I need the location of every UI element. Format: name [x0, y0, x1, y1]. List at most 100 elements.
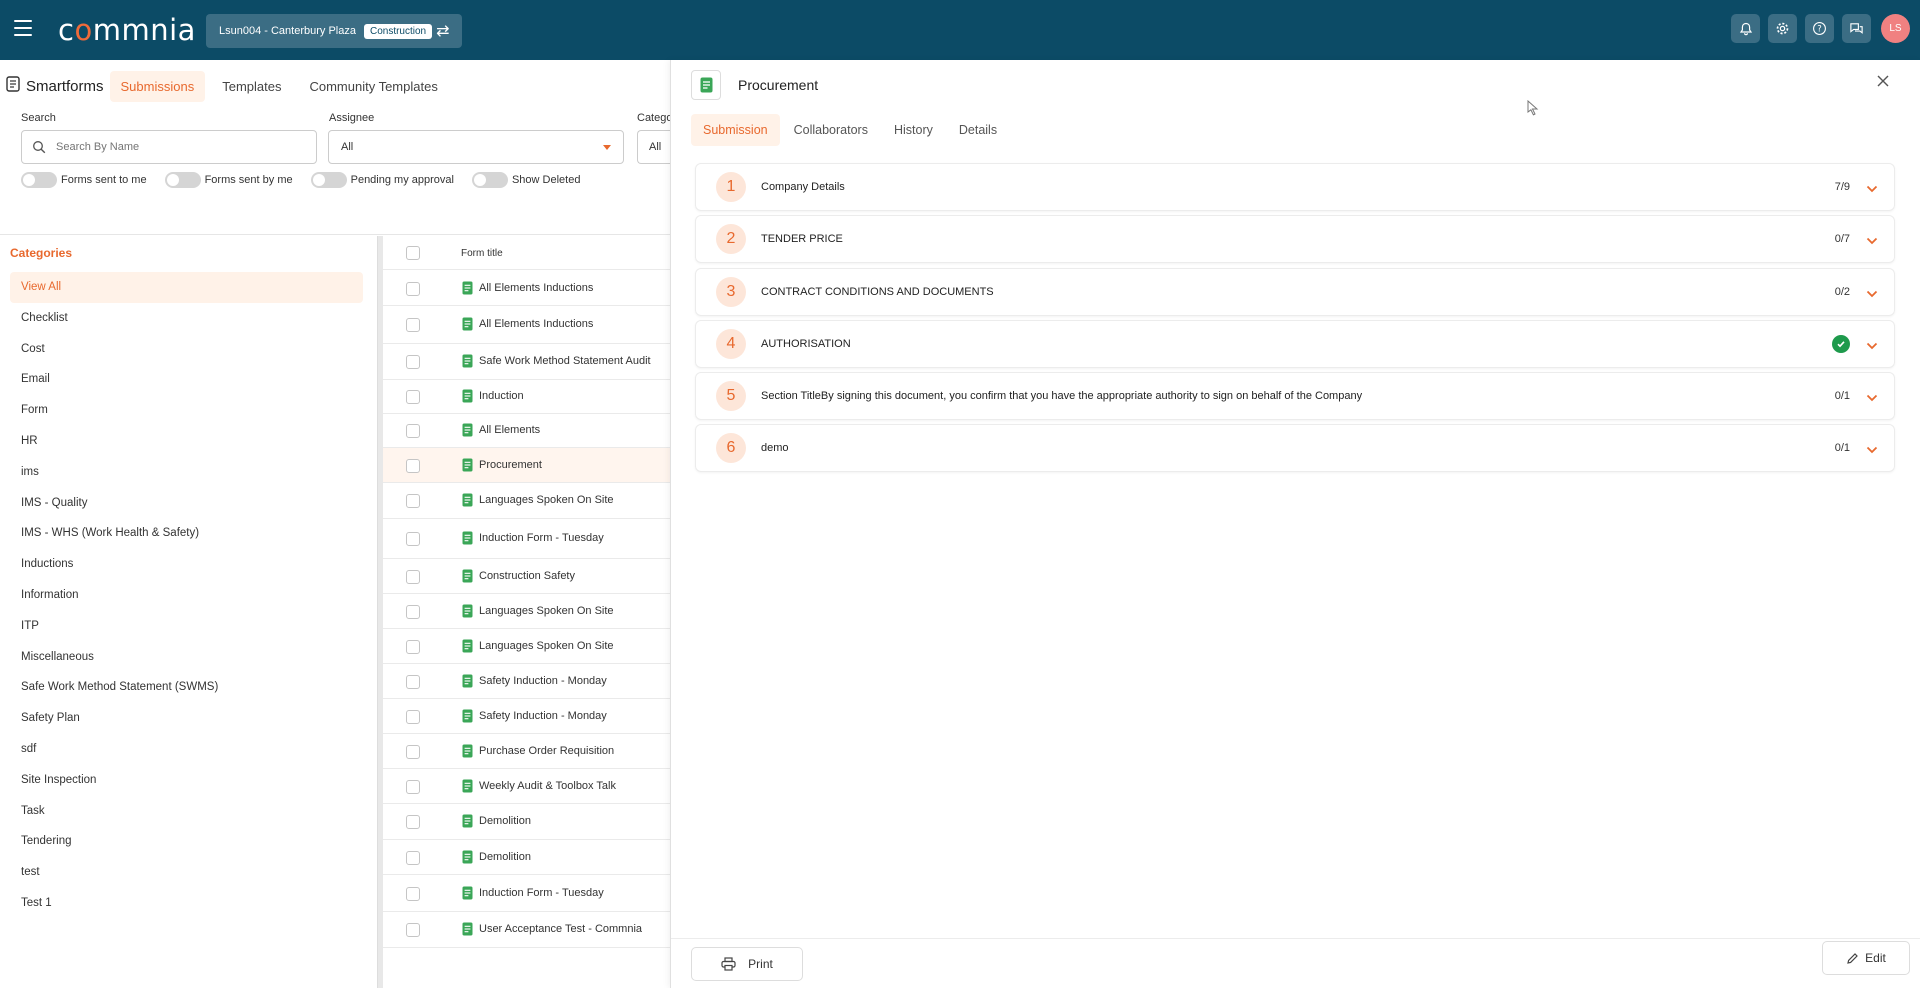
table-row[interactable]: Demolition: [383, 840, 670, 875]
category-item[interactable]: HR: [10, 426, 363, 457]
category-item[interactable]: IMS - Quality: [10, 488, 363, 519]
select-all-checkbox[interactable]: [406, 246, 420, 260]
table-row[interactable]: Procurement: [383, 448, 670, 483]
table-row[interactable]: Purchase Order Requisition: [383, 734, 670, 769]
table-row[interactable]: All Elements Inductions: [383, 271, 670, 306]
category-item[interactable]: ims: [10, 457, 363, 488]
row-checkbox[interactable]: [406, 923, 420, 937]
category-item[interactable]: Site Inspection: [10, 765, 363, 796]
form-section[interactable]: 6 demo 0/1: [695, 424, 1895, 473]
row-checkbox[interactable]: [406, 494, 420, 508]
table-row[interactable]: All Elements: [383, 414, 670, 448]
tab-details[interactable]: Details: [947, 114, 1009, 146]
chevron-down-icon[interactable]: [1866, 337, 1878, 355]
category-item[interactable]: test: [10, 857, 363, 888]
category-item[interactable]: Task: [10, 796, 363, 827]
tab-history[interactable]: History: [882, 114, 945, 146]
switch-icon[interactable]: [310, 172, 347, 188]
search-input[interactable]: [56, 141, 296, 153]
table-row[interactable]: Languages Spoken On Site: [383, 483, 670, 519]
row-checkbox[interactable]: [406, 675, 420, 689]
table-row[interactable]: Safe Work Method Statement Audit: [383, 344, 670, 380]
category-item[interactable]: Email: [10, 364, 363, 395]
row-checkbox[interactable]: [406, 318, 420, 332]
row-checkbox[interactable]: [406, 532, 420, 546]
category-item[interactable]: Safety Plan: [10, 703, 363, 734]
table-row[interactable]: Safety Induction - Monday: [383, 664, 670, 699]
search-field[interactable]: [21, 130, 317, 164]
notifications-bell-icon[interactable]: [1731, 14, 1760, 43]
category-item[interactable]: Test 1: [10, 888, 363, 919]
row-checkbox[interactable]: [406, 355, 420, 369]
table-row[interactable]: Languages Spoken On Site: [383, 594, 670, 629]
tab-submission[interactable]: Submission: [691, 114, 780, 146]
tab-submissions[interactable]: Submissions: [109, 70, 206, 102]
category-item[interactable]: IMS - WHS (Work Health & Safety): [10, 518, 363, 549]
row-checkbox[interactable]: [406, 640, 420, 654]
category-item[interactable]: Miscellaneous: [10, 642, 363, 673]
row-checkbox[interactable]: [406, 887, 420, 901]
close-icon[interactable]: [1876, 72, 1890, 93]
user-avatar[interactable]: LS: [1881, 14, 1910, 43]
table-row[interactable]: Demolition: [383, 804, 670, 840]
form-section[interactable]: 5 Section TitleBy signing this document, …: [695, 372, 1895, 421]
row-checkbox[interactable]: [406, 459, 420, 473]
tab-community-templates[interactable]: Community Templates: [298, 71, 448, 102]
print-button[interactable]: Print: [691, 947, 803, 981]
chevron-down-icon[interactable]: [1866, 285, 1878, 303]
row-checkbox[interactable]: [406, 745, 420, 759]
chevron-down-icon[interactable]: [1866, 180, 1878, 198]
row-checkbox[interactable]: [406, 605, 420, 619]
category-item[interactable]: Information: [10, 580, 363, 611]
menu-icon[interactable]: [14, 20, 32, 38]
table-row[interactable]: Weekly Audit & Toolbox Talk: [383, 769, 670, 804]
help-icon[interactable]: ?: [1805, 14, 1834, 43]
row-checkbox[interactable]: [406, 570, 420, 584]
switch-icon[interactable]: [164, 172, 201, 188]
settings-gear-icon[interactable]: [1768, 14, 1797, 43]
toggle-forms-sent-to-me[interactable]: Forms sent to me: [21, 172, 147, 188]
toggle-forms-sent-by-me[interactable]: Forms sent by me: [164, 172, 293, 188]
table-row[interactable]: Induction Form - Tuesday: [383, 875, 670, 912]
row-checkbox[interactable]: [406, 424, 420, 438]
category-item[interactable]: ITP: [10, 611, 363, 642]
form-section[interactable]: 1 Company Details 7/9: [695, 163, 1895, 211]
category-item[interactable]: Form: [10, 395, 363, 426]
assignee-select[interactable]: All: [328, 130, 624, 164]
category-item[interactable]: Inductions: [10, 549, 363, 580]
table-row[interactable]: Induction: [383, 380, 670, 414]
category-item[interactable]: Tendering: [10, 826, 363, 857]
category-item[interactable]: Safe Work Method Statement (SWMS): [10, 672, 363, 703]
chat-icon[interactable]: [1842, 14, 1871, 43]
table-row[interactable]: User Acceptance Test - Commnia: [383, 912, 670, 948]
project-switcher[interactable]: Lsun004 - Canterbury Plaza Construction …: [206, 14, 462, 48]
chevron-down-icon[interactable]: [1866, 232, 1878, 250]
row-checkbox[interactable]: [406, 390, 420, 404]
table-row[interactable]: Safety Induction - Monday: [383, 699, 670, 734]
form-section[interactable]: 3 CONTRACT CONDITIONS AND DOCUMENTS 0/2: [695, 267, 1895, 316]
category-item[interactable]: sdf: [10, 734, 363, 765]
chevron-down-icon[interactable]: [1866, 389, 1878, 407]
chevron-down-icon[interactable]: [1866, 441, 1878, 459]
edit-button[interactable]: Edit: [1822, 941, 1910, 975]
row-checkbox[interactable]: [406, 780, 420, 794]
row-checkbox[interactable]: [406, 282, 420, 296]
category-item[interactable]: View All: [10, 272, 363, 303]
row-checkbox[interactable]: [406, 815, 420, 829]
tab-collaborators[interactable]: Collaborators: [782, 114, 880, 146]
table-row[interactable]: Languages Spoken On Site: [383, 629, 670, 664]
table-row[interactable]: Induction Form - Tuesday: [383, 519, 670, 559]
table-row[interactable]: Construction Safety: [383, 559, 670, 594]
switch-icon[interactable]: [471, 172, 508, 188]
form-section[interactable]: 4 AUTHORISATION: [695, 319, 1895, 368]
row-checkbox[interactable]: [406, 851, 420, 865]
toggle-show-deleted[interactable]: Show Deleted: [471, 172, 580, 188]
row-checkbox[interactable]: [406, 710, 420, 724]
form-section[interactable]: 2 TENDER PRICE 0/7: [695, 215, 1895, 264]
toggle-pending-my-approval[interactable]: Pending my approval: [310, 172, 454, 188]
tab-templates[interactable]: Templates: [211, 71, 292, 102]
category-item[interactable]: Cost: [10, 334, 363, 365]
commnia-logo[interactable]: commnia: [58, 13, 196, 47]
switch-icon[interactable]: [21, 172, 57, 188]
category-item[interactable]: Checklist: [10, 303, 363, 334]
